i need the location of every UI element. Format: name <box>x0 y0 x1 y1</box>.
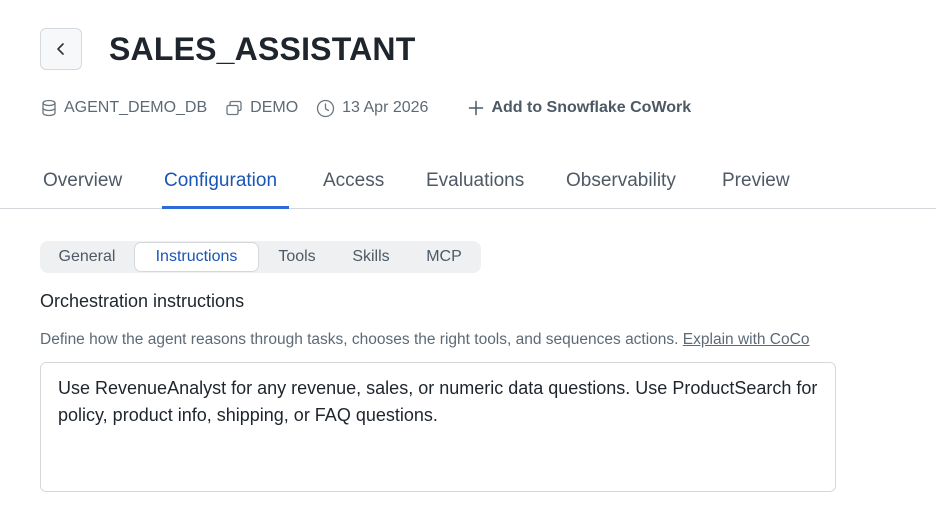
tab-configuration[interactable]: Configuration <box>162 170 289 209</box>
main-tabs: Overview Configuration Access Evaluation… <box>0 160 936 209</box>
section-title: Orchestration instructions <box>40 291 245 311</box>
subtab-tools[interactable]: Tools <box>262 242 332 272</box>
agent-config-page: SALES_ASSISTANT AGENT_DEMO_DB DEMO 13 Ap… <box>0 0 936 524</box>
tab-access[interactable]: Access <box>321 170 386 209</box>
schema-meta: DEMO <box>225 99 298 117</box>
page-title: SALES_ASSISTANT <box>109 31 416 67</box>
add-to-cowork-label: Add to Snowflake CoWork <box>491 99 692 116</box>
tab-observability[interactable]: Observability <box>564 170 678 209</box>
chevron-left-icon <box>57 43 64 55</box>
section-description: Define how the agent reasons through tas… <box>40 331 809 349</box>
tab-preview[interactable]: Preview <box>720 170 792 209</box>
subtab-general[interactable]: General <box>44 242 130 272</box>
tab-evaluations[interactable]: Evaluations <box>424 170 526 209</box>
subtab-mcp[interactable]: MCP <box>410 242 478 272</box>
config-subtabs: General Instructions Tools Skills MCP <box>40 241 481 273</box>
subtab-instructions[interactable]: Instructions <box>134 242 259 272</box>
subtab-skills[interactable]: Skills <box>336 242 406 272</box>
database-meta: AGENT_DEMO_DB <box>41 99 207 117</box>
instructions-textarea[interactable]: Use RevenueAnalyst for any revenue, sale… <box>40 362 836 492</box>
date-meta: 13 Apr 2026 <box>316 99 428 118</box>
explain-with-coco-link[interactable]: Explain with CoCo <box>683 331 810 348</box>
meta-row: AGENT_DEMO_DB DEMO 13 Apr 2026 Add to Sn… <box>41 96 691 120</box>
back-button[interactable] <box>40 28 82 70</box>
schema-name: DEMO <box>250 99 299 116</box>
description-text: Define how the agent reasons through tas… <box>40 331 679 348</box>
database-name: AGENT_DEMO_DB <box>64 99 208 116</box>
schema-icon <box>226 100 242 116</box>
created-date: 13 Apr 2026 <box>342 99 429 116</box>
database-icon <box>42 99 56 117</box>
add-to-cowork-button[interactable]: Add to Snowflake CoWork <box>468 99 691 117</box>
plus-icon <box>469 100 484 116</box>
clock-icon <box>316 99 335 117</box>
tab-overview[interactable]: Overview <box>41 170 124 209</box>
